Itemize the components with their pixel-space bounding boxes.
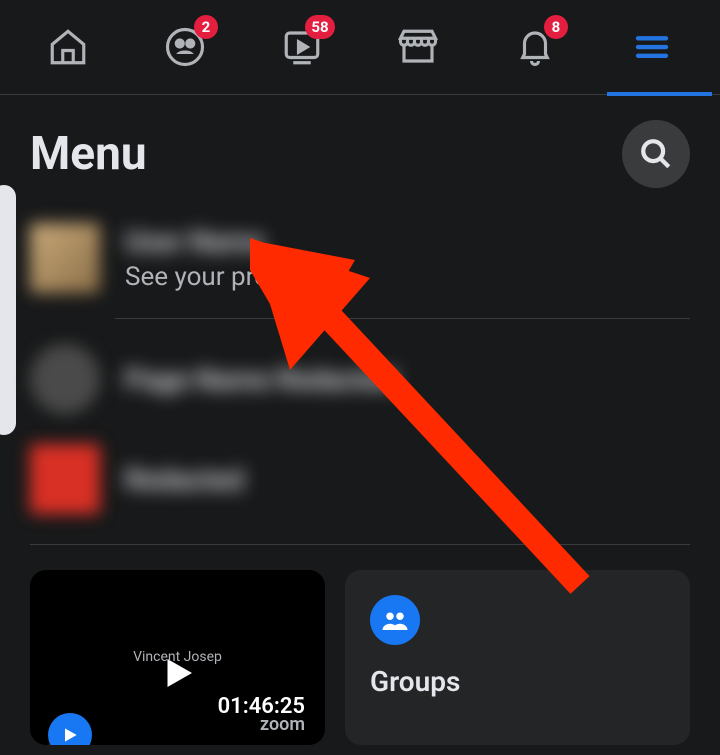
page-title: Menu <box>30 127 147 181</box>
profile-name: User Name <box>125 225 304 258</box>
scroll-handle[interactable] <box>0 185 16 435</box>
avatar <box>30 223 100 293</box>
notifications-badge: 8 <box>544 15 568 39</box>
video-shortcut-card[interactable]: Vincent Josep 01:46:25 zoom <box>30 570 325 745</box>
groups-shortcut-card[interactable]: Groups <box>345 570 690 745</box>
search-button[interactable] <box>622 120 690 188</box>
search-icon <box>639 137 673 171</box>
marketplace-icon <box>397 26 439 68</box>
video-time: 01:46:25 zoom <box>218 694 305 735</box>
play-button[interactable] <box>48 713 92 745</box>
shortcut-item[interactable]: Redacted <box>0 429 720 529</box>
avatar <box>30 444 100 514</box>
divider <box>30 544 690 545</box>
groups-icon <box>370 595 420 645</box>
hamburger-icon <box>631 26 673 68</box>
tab-menu[interactable] <box>607 0 697 95</box>
shortcut-label: Page Name Redacted <box>125 363 396 396</box>
profile-subtitle: See your profile <box>125 262 304 292</box>
shortcut-label: Redacted <box>125 463 244 496</box>
tab-bar: 2 58 8 <box>0 0 720 95</box>
tab-marketplace[interactable] <box>373 0 463 95</box>
profile-item[interactable]: User Name See your profile <box>0 208 720 308</box>
groups-label: Groups <box>370 665 665 698</box>
menu-header: Menu <box>0 95 720 208</box>
tab-friends[interactable]: 2 <box>140 0 230 95</box>
friends-badge: 2 <box>194 15 218 39</box>
home-icon <box>47 26 89 68</box>
tab-notifications[interactable]: 8 <box>490 0 580 95</box>
avatar <box>30 344 100 414</box>
video-watermark: Vincent Josep <box>133 649 222 665</box>
watch-badge: 58 <box>305 15 334 39</box>
tab-watch[interactable]: 58 <box>257 0 347 95</box>
divider <box>115 318 690 319</box>
tab-home[interactable] <box>23 0 113 95</box>
shortcuts-grid: Vincent Josep 01:46:25 zoom Groups <box>0 560 720 755</box>
shortcut-item[interactable]: Page Name Redacted <box>0 329 720 429</box>
